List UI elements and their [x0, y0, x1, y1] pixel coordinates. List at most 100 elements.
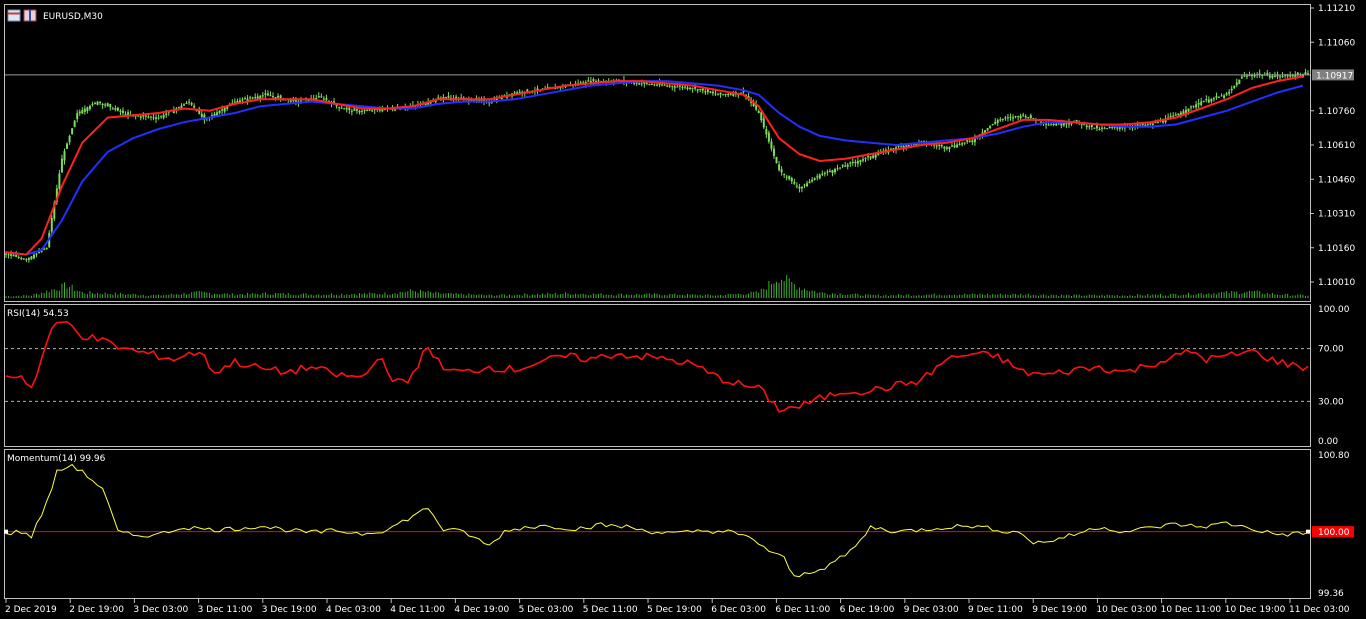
- candle-body: [778, 164, 781, 171]
- candle-body: [650, 83, 653, 85]
- candle-body: [1118, 127, 1121, 129]
- candle-body: [645, 82, 648, 84]
- candle-body: [249, 97, 252, 99]
- time-tick-label: 9 Dec 11:00: [968, 605, 1023, 615]
- candle-body: [717, 94, 720, 96]
- candle-body: [96, 101, 99, 105]
- candle-body: [121, 110, 124, 114]
- candle-body: [277, 95, 280, 98]
- candle-body: [818, 174, 821, 179]
- candle-body: [681, 87, 684, 89]
- candle-body: [826, 171, 829, 173]
- candle-body: [996, 119, 999, 123]
- candle-body: [45, 247, 48, 250]
- candle-body: [223, 107, 226, 112]
- momentum-level-handle-left[interactable]: [4, 529, 8, 534]
- candle-body: [361, 110, 364, 112]
- candle-body: [877, 153, 880, 156]
- candle-body: [640, 83, 643, 85]
- candle-body: [834, 169, 837, 173]
- candle-body: [1169, 115, 1172, 118]
- candle-body: [869, 156, 872, 159]
- candle-body: [711, 91, 714, 94]
- candle-body: [60, 158, 63, 173]
- candle-body: [1085, 125, 1088, 128]
- candle-body: [1273, 75, 1276, 77]
- candle-body: [157, 117, 160, 119]
- candle-body: [261, 95, 264, 97]
- candle-body: [1223, 95, 1226, 98]
- candle-body: [317, 96, 320, 98]
- candle-body: [76, 113, 79, 120]
- candle-body: [378, 109, 381, 111]
- momentum-tick-label: 100.80: [1318, 451, 1350, 461]
- time-tick-label: 6 Dec 19:00: [840, 605, 895, 615]
- candle-body: [938, 144, 941, 146]
- candle-body: [350, 110, 353, 112]
- candle-body: [101, 103, 104, 106]
- candle-body: [221, 109, 224, 111]
- candle-body: [251, 97, 254, 99]
- candle-body: [58, 173, 61, 189]
- candle-body: [1296, 72, 1299, 75]
- candle-body: [701, 88, 704, 91]
- candle-body: [160, 116, 163, 118]
- time-tick-label: 10 Dec 11:00: [1161, 605, 1222, 615]
- candle-body: [1268, 75, 1271, 78]
- candle-body: [1220, 95, 1223, 97]
- candle-body: [592, 79, 595, 82]
- price-tick-label: 1.10760: [1318, 107, 1355, 117]
- candle-body: [729, 93, 732, 95]
- candle-body: [986, 128, 989, 131]
- candle-body: [635, 82, 638, 84]
- candle-body: [10, 254, 13, 256]
- candle-body: [63, 151, 66, 161]
- candle-body: [190, 102, 193, 105]
- candle-body: [1245, 75, 1248, 77]
- candle-body: [823, 172, 826, 174]
- candle-body: [513, 92, 516, 94]
- candle-body: [272, 96, 275, 98]
- mt-chart-window[interactable]: 1.11210 1.11060 1.10760 1.10610 1.10460 1.103…: [0, 0, 1366, 619]
- candle-body: [147, 116, 150, 118]
- time-tick-label: 4 Dec 03:00: [326, 605, 381, 615]
- price-tick-label: 1.10460: [1318, 175, 1355, 185]
- candle-body: [673, 86, 676, 88]
- candle-body: [953, 145, 956, 148]
- candle-body: [91, 104, 94, 106]
- window-icon: [7, 9, 21, 22]
- candle-body: [973, 138, 976, 143]
- candle-body: [1149, 123, 1152, 125]
- candle-body: [587, 80, 590, 82]
- candle-body: [1111, 127, 1114, 129]
- candle-body: [999, 119, 1002, 121]
- candle-body: [1022, 114, 1025, 116]
- candle-body: [803, 184, 806, 186]
- candle-body: [83, 108, 86, 112]
- time-tick-label: 2 Dec 2019: [5, 605, 57, 615]
- candle-body: [1279, 76, 1282, 78]
- time-tick-label: 6 Dec 03:00: [711, 605, 766, 615]
- candle-body: [742, 91, 745, 93]
- candle-body: [1024, 116, 1027, 118]
- candle-body: [71, 128, 74, 134]
- candle-body: [1258, 73, 1261, 75]
- candle-body: [78, 111, 81, 114]
- time-tick-label: 9 Dec 03:00: [904, 605, 959, 615]
- time-tick-label: 4 Dec 19:00: [454, 605, 509, 615]
- candle-body: [800, 186, 803, 189]
- candle-body: [25, 259, 28, 261]
- candle-body: [94, 103, 97, 105]
- candle-body: [1055, 123, 1058, 126]
- candle-body: [950, 145, 953, 147]
- time-tick-label: 4 Dec 11:00: [390, 605, 445, 615]
- candle-body: [348, 107, 351, 110]
- time-tick-label: 3 Dec 03:00: [133, 605, 188, 615]
- candle-body: [144, 115, 147, 117]
- candle-body: [241, 99, 244, 101]
- candle-body: [836, 168, 839, 170]
- candle-body: [1190, 106, 1193, 108]
- candle-body: [821, 173, 824, 175]
- candle-body: [648, 84, 651, 86]
- candle-body: [244, 98, 247, 100]
